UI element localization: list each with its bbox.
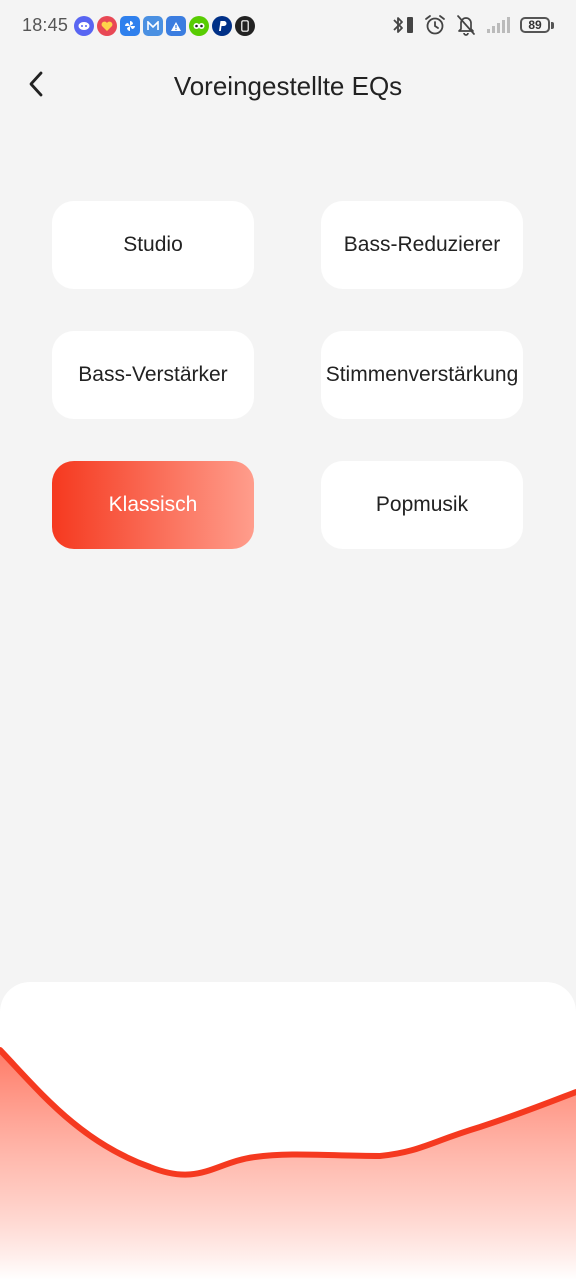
- eq-curve-graph: [0, 1047, 576, 1280]
- preset-label: Klassisch: [108, 493, 198, 516]
- eq-curve-card: [0, 982, 576, 1280]
- heart-app-icon: [97, 16, 117, 36]
- status-time: 18:45: [22, 15, 69, 35]
- preset-label: Stimmenverstärkung: [325, 363, 519, 386]
- header: Voreingestellte EQs: [0, 58, 576, 114]
- duolingo-icon: [189, 16, 209, 36]
- preset-label: Popmusik: [375, 493, 469, 516]
- status-bar: 18:45 89: [0, 0, 576, 52]
- battery-level: 89: [520, 17, 550, 33]
- signal-icon: [486, 16, 510, 34]
- bell-off-icon: [456, 14, 476, 36]
- preset-label: Studio: [123, 233, 183, 256]
- preset-popmusik[interactable]: Popmusik: [321, 461, 523, 549]
- status-right: 89: [392, 14, 554, 36]
- alarm-icon: [424, 14, 446, 36]
- discord-icon: [74, 16, 94, 36]
- warning-app-icon: [166, 16, 186, 36]
- mail-app-icon: [143, 16, 163, 36]
- bluetooth-icon: [392, 15, 404, 35]
- battery-icon: 89: [520, 17, 554, 33]
- pinwheel-app-icon: [120, 16, 140, 36]
- paypal-icon: [212, 16, 232, 36]
- page-title: Voreingestellte EQs: [173, 71, 403, 101]
- vibrate-icon: [406, 15, 414, 35]
- preset-label: Bass-Reduzierer: [343, 233, 501, 256]
- preset-klassisch[interactable]: Klassisch: [52, 461, 254, 549]
- notification-icons: [74, 16, 255, 36]
- preset-label: Bass-Verstärker: [78, 363, 228, 386]
- phone-app-icon: [235, 16, 255, 36]
- preset-bass-verstaerker[interactable]: Bass-Verstärker: [52, 331, 254, 419]
- preset-stimmenverstaerkung[interactable]: Stimmenverstärkung: [321, 331, 523, 419]
- preset-bass-reduzierer[interactable]: Bass-Reduzierer: [321, 201, 523, 289]
- preset-studio[interactable]: Studio: [52, 201, 254, 289]
- eq-curve-fill: [0, 1050, 576, 1280]
